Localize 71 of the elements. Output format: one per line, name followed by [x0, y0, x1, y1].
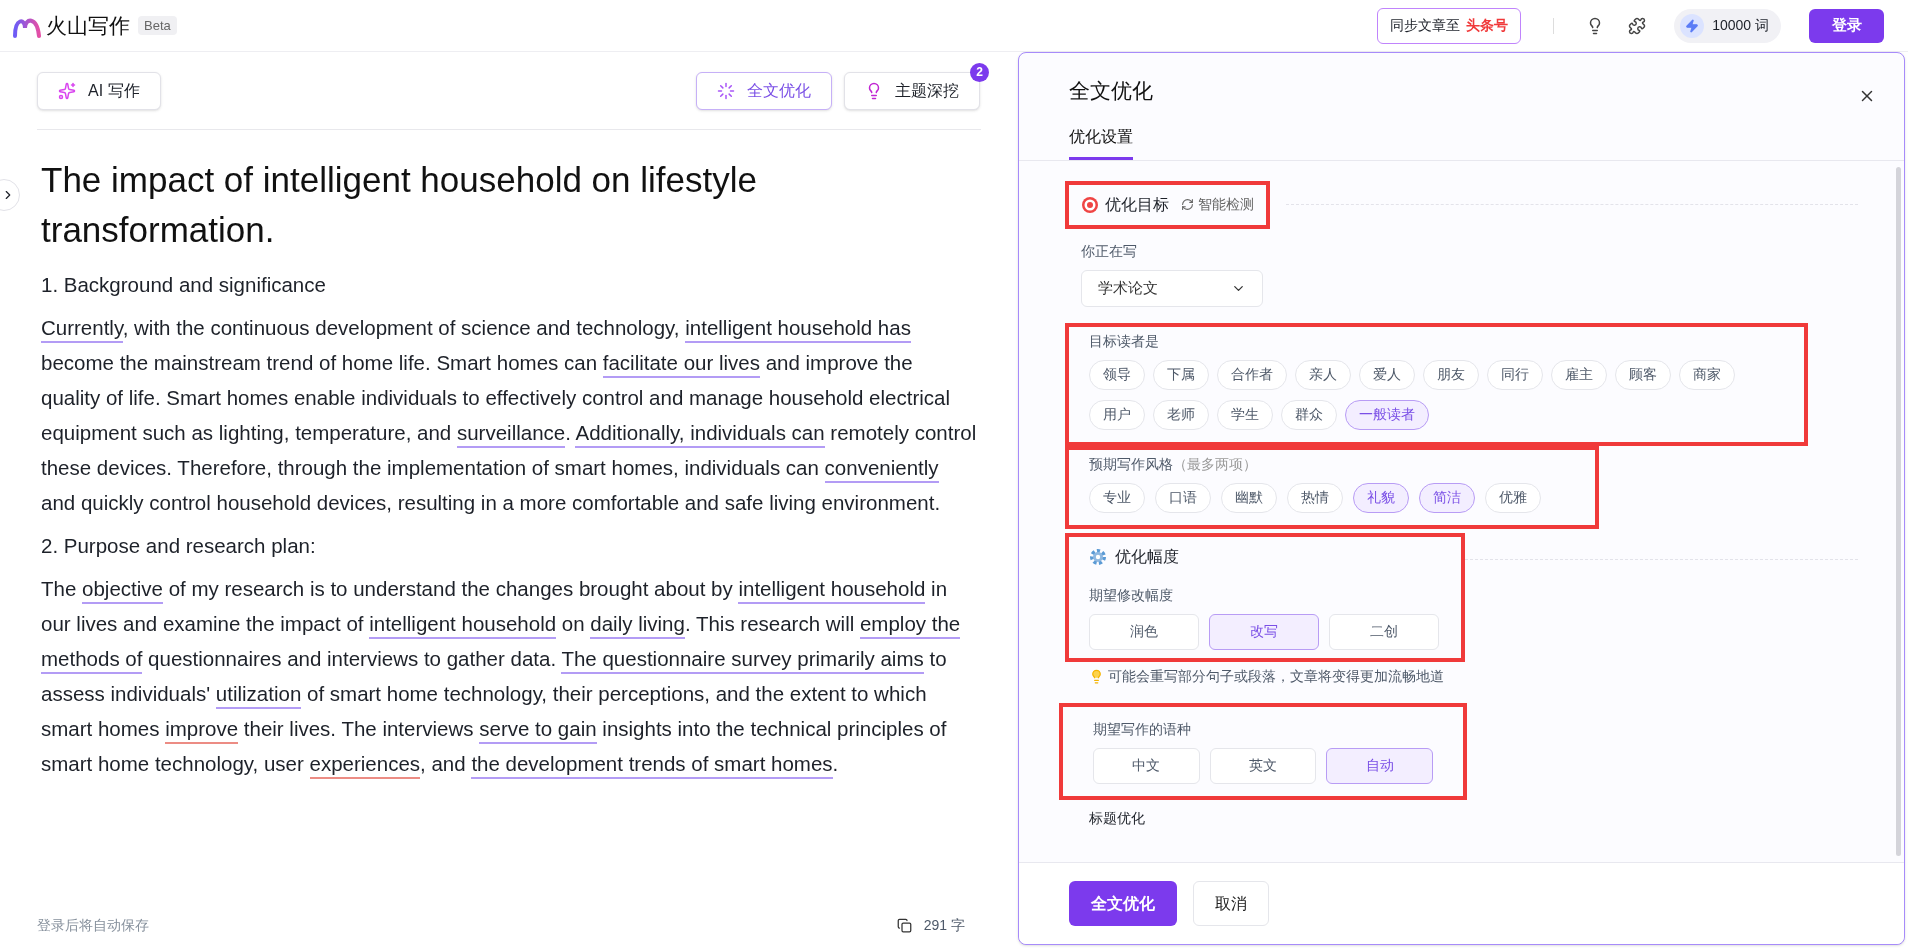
credits-pill[interactable]: 10000 词	[1674, 8, 1781, 43]
segment-option[interactable]: 二创	[1329, 613, 1439, 650]
sync-button[interactable]: 同步文章至 头条号	[1377, 7, 1522, 44]
segment-option[interactable]: 英文	[1209, 747, 1317, 784]
article-paragraph: 2. Purpose and research plan:	[41, 533, 317, 559]
field-label: 目标读者是	[1089, 331, 1160, 351]
tag-option[interactable]: 亲人	[1295, 359, 1351, 390]
tag-option[interactable]: 合作者	[1217, 359, 1287, 390]
refresh-icon	[1181, 198, 1194, 211]
tag-option[interactable]: 朋友	[1423, 359, 1479, 390]
segment-option[interactable]: 润色	[1089, 613, 1199, 650]
bulb-icon	[1089, 668, 1104, 684]
article-title: The impact of intelligent household on lifestyle transformation.	[41, 159, 758, 251]
sparkle-icon	[58, 81, 76, 100]
gear-icon	[1089, 547, 1107, 566]
login-button[interactable]: 登录	[1809, 8, 1884, 43]
field-label: 期望修改幅度	[1089, 585, 1174, 605]
tag-option[interactable]: 热情	[1287, 482, 1343, 513]
segment-option[interactable]: 自动	[1326, 747, 1433, 784]
cancel-button[interactable]: 取消	[1193, 881, 1269, 926]
detect-button[interactable]: 智能检测	[1181, 194, 1254, 215]
tag-option[interactable]: 用户	[1089, 399, 1145, 430]
burst-icon	[717, 81, 735, 100]
target-icon	[1081, 195, 1099, 214]
section-title: 优化目标	[1105, 194, 1169, 215]
tag-option[interactable]: 下属	[1153, 359, 1209, 390]
panel-tab[interactable]: 优化设置	[1069, 124, 1133, 160]
submit-button[interactable]: 全文优化	[1069, 881, 1177, 926]
puzzle-icon[interactable]	[1628, 16, 1647, 35]
segment-option[interactable]: 改写	[1209, 613, 1319, 650]
field-label: 标题优化	[1088, 808, 1146, 828]
segment-option[interactable]: 中文	[1093, 747, 1200, 784]
tag-option[interactable]: 幽默	[1221, 482, 1277, 513]
toolbar-button[interactable]: AI 写作	[37, 71, 161, 110]
field-label: 期望写作的语种	[1093, 719, 1192, 739]
field-label: 预期写作风格	[1089, 455, 1173, 472]
tag-option[interactable]: 一般读者	[1345, 399, 1429, 430]
tag-option[interactable]: 口语	[1155, 482, 1211, 513]
count-badge: 2	[970, 62, 989, 82]
article-paragraph: 1. Background and significance	[41, 272, 327, 298]
tag-option[interactable]: 顾客	[1615, 359, 1671, 390]
tag-option[interactable]: 同行	[1487, 359, 1543, 390]
sync-target: 头条号	[1466, 16, 1509, 35]
beta-badge: Beta	[138, 15, 177, 36]
copy-icon[interactable]	[896, 917, 912, 933]
tag-option[interactable]: 商家	[1679, 359, 1735, 390]
section-title: 优化幅度	[1115, 546, 1179, 567]
field-label: 你正在写	[1081, 241, 1138, 261]
tip-text: 可能会重写部分句子或段落，文章将变得更加流畅地道	[1108, 666, 1444, 686]
tag-option[interactable]: 雇主	[1551, 359, 1607, 390]
tag-option[interactable]: 爱人	[1359, 359, 1415, 390]
tag-option[interactable]: 领导	[1089, 359, 1145, 390]
word-count: 291 字	[923, 915, 965, 935]
tag-option[interactable]: 优雅	[1485, 482, 1541, 513]
article-paragraph: Currently, with the continuous development of science and technology, intelligent household has become the mainstream trend of home life. Smart homes can facilitate our lives and improve the quality of life. Smart homes enable individuals to effectively control and manage household electrical equipment such as lighting, temperature, and surveillance. Additionally, individuals can remotely control these devices. Therefore, through the implementation of smart homes, individuals can conveniently and quickly control household devices, resulting in a more comfortable and safe living environment.	[41, 315, 977, 516]
tag-option[interactable]: 群众	[1281, 399, 1337, 430]
tag-option[interactable]: 礼貌	[1353, 482, 1409, 513]
article-paragraph: The objective of my research is to understand the changes brought about by intelligent household in our lives and examine the impact of intelligent household on daily living. This research will employ the methods of questionnaires and interviews to gather data. The questionnaire survey primarily aims to assess individuals' utilization of smart home technology, their perceptions, and the extent to which smart homes improve their lives. The interviews serve to gain insights into the technical principles of smart home technology, user experiences, and the development trends of smart homes.	[41, 571, 977, 781]
tag-option[interactable]: 学生	[1217, 399, 1273, 430]
app-name: 火山写作	[46, 12, 130, 39]
bolt-icon	[1680, 13, 1705, 38]
tag-option[interactable]: 简洁	[1419, 482, 1475, 513]
toolbar-button[interactable]: 全文优化	[696, 71, 832, 110]
field-note: （最多两项）	[1173, 455, 1257, 472]
sync-label: 同步文章至	[1390, 16, 1461, 35]
tag-option[interactable]: 老师	[1153, 399, 1209, 430]
autosave-note: 登录后将自动保存	[37, 915, 149, 935]
genre-select[interactable]: 学术论文	[1081, 269, 1263, 307]
tag-option[interactable]: 专业	[1089, 482, 1145, 513]
panel-title: 全文优化	[1069, 78, 1154, 104]
credits-count: 10000 词	[1712, 16, 1769, 35]
